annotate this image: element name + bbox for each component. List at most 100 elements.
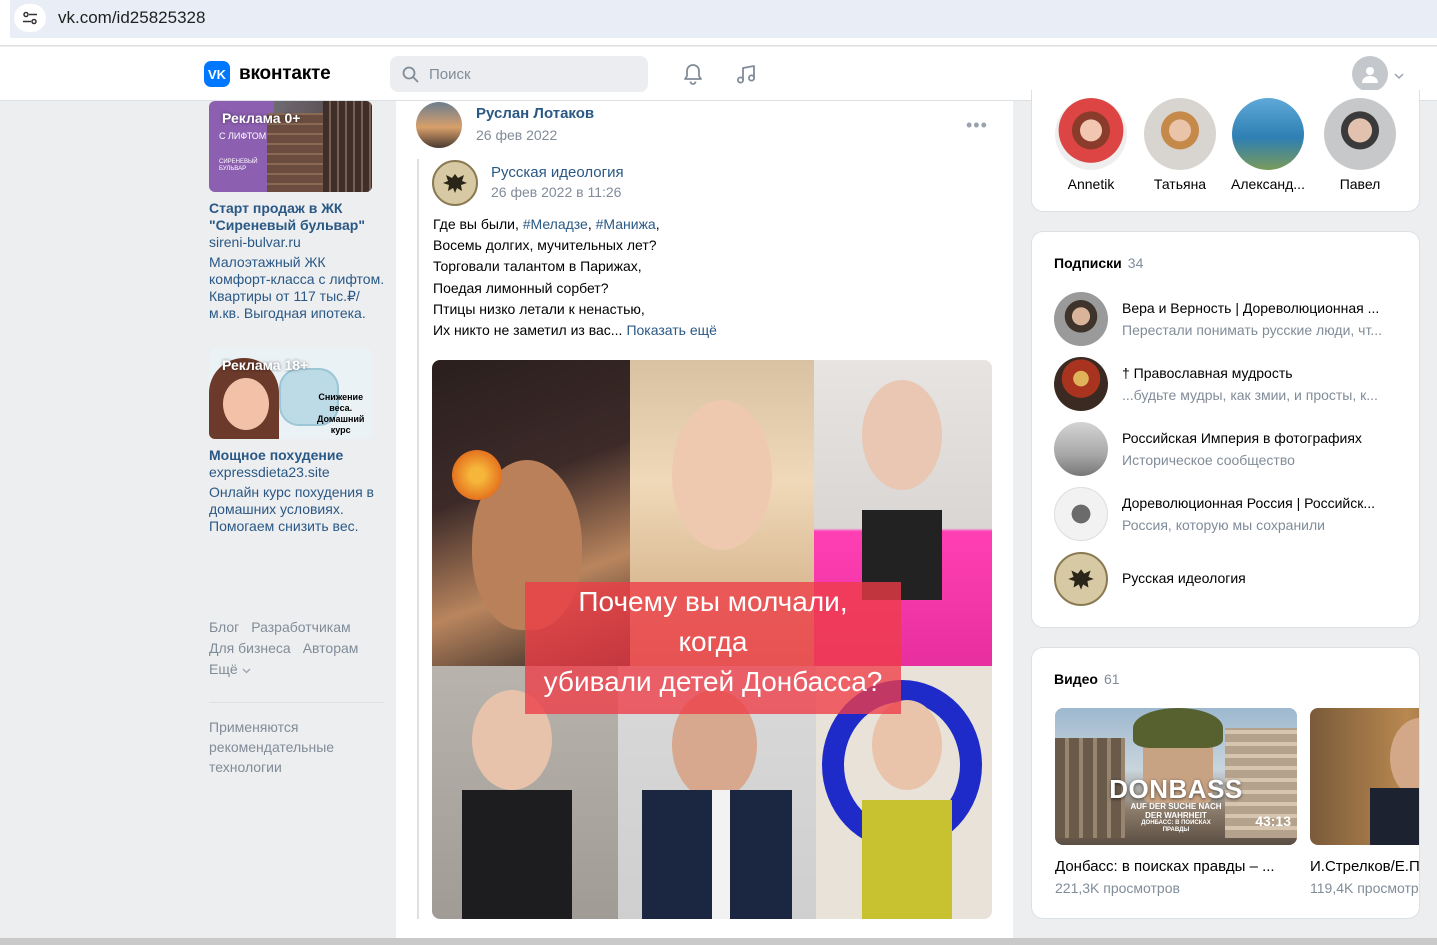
friend-name[interactable]: Татьяна [1140,176,1220,192]
chevron-down-icon[interactable] [1394,67,1404,85]
vk-logo[interactable]: VK вконтакте [204,61,331,87]
notifications-bell-icon[interactable] [681,62,705,86]
subscription-item[interactable]: Вера и Верность | Дореволюционная ... Пе… [1054,292,1404,346]
repost-author-avatar[interactable] [432,160,478,206]
footer-link-business[interactable]: Для бизнеса [209,640,291,656]
footer-link-blog[interactable]: Блог [209,619,239,635]
friend-item[interactable]: Татьяна [1140,98,1220,192]
subscription-name[interactable]: † Православная мудрость [1122,365,1402,381]
subscription-avatar[interactable] [1054,552,1108,606]
hashtag-link[interactable]: #Меладзе [523,216,588,232]
subscription-name[interactable]: Русская идеология [1122,570,1402,586]
more-options-icon[interactable]: ••• [966,115,988,136]
repost-date[interactable]: 26 фев 2022 в 11:26 [491,184,621,200]
video-thumbnail[interactable] [1310,708,1419,845]
caption-line: убивали детей Донбасса? [543,666,883,697]
text-line: Торговали талантом в Парижах, [433,258,642,275]
search-input[interactable] [429,65,629,83]
left-column: С ЛИФТОМ СИРЕНЕВЫЙ БУЛЬВАР Реклама 0+ Ста… [209,101,385,549]
subscription-avatar[interactable] [1054,357,1108,411]
friend-name[interactable]: Annetik [1051,176,1131,192]
subscription-item[interactable]: Русская идеология [1054,552,1404,606]
caption-line: Почему вы молчали, [578,586,848,617]
search-icon [402,66,419,82]
footer-link-authors[interactable]: Авторам [303,640,359,656]
subscription-item[interactable]: Российская Империя в фотографиях Историч… [1054,422,1404,476]
wall-post: Руслан Лотаков 26 фев 2022 ••• Русская и… [396,101,1013,945]
hashtag-link[interactable]: #Манижа [596,216,656,232]
url-text[interactable]: vk.com/id25825328 [58,8,205,28]
friend-item[interactable]: Annetik [1051,98,1131,192]
repost-line [417,159,419,919]
user-avatar[interactable] [1352,56,1388,92]
repost-author-name[interactable]: Русская идеология [491,164,624,181]
friend-item[interactable]: Александ... [1228,98,1308,192]
friend-name[interactable]: Александ... [1228,176,1308,192]
ad-title[interactable]: Старт продаж в ЖК "Сиреневый бульвар" [209,200,385,234]
friend-name[interactable]: Павел [1320,176,1400,192]
video-thumbnail[interactable]: DONBASS AUF DER SUCHE NACH DER WAHRHEIT … [1055,708,1297,845]
friend-avatar[interactable] [1055,98,1127,170]
recommendations-note[interactable]: Применяются рекомендательные технологии [209,717,385,777]
videos-card: Видео 61 DONBASS AUF DER SUCHE NACH DER W… [1031,647,1420,919]
browser-address-bar: vk.com/id25825328 [0,0,1437,46]
subscription-avatar[interactable] [1054,292,1108,346]
subscription-name[interactable]: Дореволюционная Россия | Российск... [1122,495,1402,511]
search-box[interactable] [390,56,648,92]
subscriptions-card: Подписки 34 Вера и Верность | Дореволюцио… [1031,231,1420,628]
friends-card: Annetik Татьяна Александ... Павел [1031,90,1420,212]
ad-text[interactable]: Малоэтажный ЖК комфорт-класса с лифтом. … [209,254,385,322]
footer-more[interactable]: Ещё [209,659,385,680]
repost-text: Где вы были, #Меладзе, #Манижа, Восемь д… [433,214,993,341]
ad-domain[interactable]: sireni-bulvar.ru [209,234,385,251]
ad-title[interactable]: Мощное похудение [209,447,385,464]
horizontal-scrollbar[interactable] [0,938,1437,945]
chevron-down-icon [242,668,251,674]
text-separator: , [587,216,596,232]
divider [209,702,384,703]
double-eagle-icon [443,174,467,193]
text-line: Их никто не заметил из вас... [433,322,623,339]
ad-image[interactable]: С ЛИФТОМ СИРЕНЕВЫЙ БУЛЬВАР Реклама 0+ [209,101,372,192]
subscription-item[interactable]: Дореволюционная Россия | Российск... Рос… [1054,487,1404,541]
subscription-desc: Перестали понимать русские люди, чт... [1122,322,1383,338]
post-image[interactable]: Почему вы молчали, когда убивали детей Д… [432,360,992,919]
subscriptions-header[interactable]: Подписки 34 [1054,255,1143,271]
ad-image[interactable]: Снижение веса. Домашний курс Реклама 18+ [209,348,372,439]
footer-more-label: Ещё [209,661,238,677]
friend-avatar[interactable] [1144,98,1216,170]
video-title[interactable]: Донбасс: в поисках правды – ... [1055,858,1297,875]
footer-link-developers[interactable]: Разработчикам [251,619,350,635]
video-thumb-subtitle-line: AUF DER SUCHE NACH [1130,802,1222,811]
subscription-avatar[interactable] [1054,487,1108,541]
subscription-desc: ...будьте мудры, как змии, и просты, к..… [1122,387,1378,403]
subscription-avatar[interactable] [1054,422,1108,476]
subscriptions-title: Подписки [1054,255,1122,271]
video-title[interactable]: И.Стрелков/Е.П [1310,858,1419,875]
post-author-avatar[interactable] [416,102,462,148]
caption-line: когда [678,626,748,657]
friend-avatar[interactable] [1232,98,1304,170]
video-views: 119,4K просмотр [1310,880,1419,896]
subscription-name[interactable]: Российская Империя в фотографиях [1122,430,1402,446]
show-more-link[interactable]: Показать ещё [626,322,717,338]
post-author-name[interactable]: Руслан Лотаков [476,105,594,122]
site-settings-icon[interactable] [14,4,46,32]
ad-block[interactable]: Снижение веса. Домашний курс Реклама 18+ Мо… [209,348,385,535]
ad-domain[interactable]: expressdieta23.site [209,464,385,481]
video-thumb-title: DONBASS [1109,774,1243,804]
post-date[interactable]: 26 фев 2022 [476,127,557,143]
friend-avatar[interactable] [1324,98,1396,170]
subscription-desc: Историческое сообщество [1122,452,1295,468]
text-line: Восемь долгих, мучительных лет? [433,237,657,254]
double-eagle-icon [1068,569,1094,590]
ad-text[interactable]: Онлайн курс похудения в домашних условия… [209,484,385,535]
music-note-icon[interactable] [734,62,758,86]
subscription-name[interactable]: Вера и Верность | Дореволюционная ... [1122,300,1402,316]
subscriptions-count: 34 [1127,255,1144,271]
address-field[interactable] [10,0,1437,38]
ad-block[interactable]: С ЛИФТОМ СИРЕНЕВЫЙ БУЛЬВАР Реклама 0+ Ста… [209,101,385,322]
subscription-item[interactable]: † Православная мудрость ...будьте мудры,… [1054,357,1404,411]
videos-header[interactable]: Видео 61 [1054,671,1120,687]
friend-item[interactable]: Павел [1320,98,1400,192]
